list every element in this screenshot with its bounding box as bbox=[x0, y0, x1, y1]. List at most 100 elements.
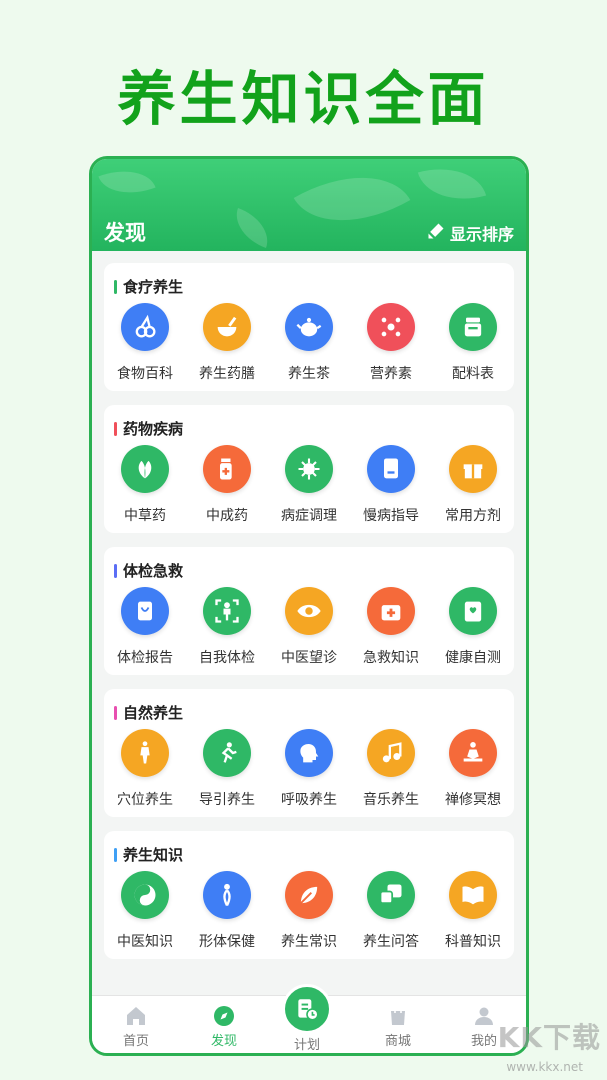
section-title: 体检急救 bbox=[123, 562, 184, 580]
grid-item-label: 养生药膳 bbox=[199, 366, 255, 382]
grid-item-label: 形体保健 bbox=[199, 934, 255, 950]
grid-item[interactable]: 科普知识 bbox=[432, 871, 514, 951]
grid-item-label: 养生常识 bbox=[281, 934, 337, 950]
tab-mall[interactable]: 商城 bbox=[354, 996, 442, 1053]
section-title: 养生知识 bbox=[123, 846, 184, 864]
grid-item[interactable]: 养生茶 bbox=[268, 303, 350, 383]
tab-mine-label: 我的 bbox=[470, 1034, 497, 1049]
grid-item-label: 病症调理 bbox=[281, 508, 337, 524]
grid-item-label: 慢病指导 bbox=[363, 508, 419, 524]
gift-box-icon bbox=[449, 445, 497, 493]
grid-item[interactable]: 养生常识 bbox=[268, 871, 350, 951]
grid-item-label: 常用方剂 bbox=[445, 508, 501, 524]
section-natural: 自然养生 穴位养生 导引养生 呼吸养生 音乐养生 禅修冥想 bbox=[104, 689, 514, 817]
section-medicine: 药物疾病 中草药 中成药 病症调理 慢病指导 常用方剂 bbox=[104, 405, 514, 533]
grid-item[interactable]: 食物百科 bbox=[104, 303, 186, 383]
grid-item-label: 健康自测 bbox=[445, 650, 501, 666]
grid-item[interactable]: 中草药 bbox=[104, 445, 186, 525]
grid-item-label: 中草药 bbox=[124, 508, 166, 524]
grid-item[interactable]: 养生药膳 bbox=[186, 303, 268, 383]
cherry-icon bbox=[121, 303, 169, 351]
home-icon bbox=[127, 1007, 145, 1025]
grid-item[interactable]: 中成药 bbox=[186, 445, 268, 525]
section-title: 自然养生 bbox=[123, 704, 184, 722]
body-scan-icon bbox=[203, 587, 251, 635]
user-icon bbox=[475, 1007, 493, 1025]
herb-leaf-icon bbox=[121, 445, 169, 493]
grid-item[interactable]: 形体保健 bbox=[186, 871, 268, 951]
music-icon bbox=[367, 729, 415, 777]
sort-button[interactable]: 显示排序 bbox=[426, 221, 514, 245]
tab-mall-label: 商城 bbox=[384, 1034, 411, 1049]
grid-item-label: 中医知识 bbox=[117, 934, 173, 950]
section-accent bbox=[114, 279, 117, 294]
report-icon bbox=[121, 587, 169, 635]
grid-item[interactable]: 中医知识 bbox=[104, 871, 186, 951]
grid-item[interactable]: 体检报告 bbox=[104, 587, 186, 667]
grid-item[interactable]: 急救知识 bbox=[350, 587, 432, 667]
grid-item[interactable]: 健康自测 bbox=[432, 587, 514, 667]
section-diet: 食疗养生 食物百科 养生药膳 养生茶 营养素 配料表 bbox=[104, 263, 514, 391]
tab-discover[interactable]: 发现 bbox=[180, 996, 268, 1053]
grid-item[interactable]: 病症调理 bbox=[268, 445, 350, 525]
body-care-icon bbox=[203, 871, 251, 919]
tab-discover-label: 发现 bbox=[210, 1034, 237, 1049]
meditation-icon bbox=[449, 729, 497, 777]
section-accent bbox=[114, 421, 117, 436]
grid-item[interactable]: 常用方剂 bbox=[432, 445, 514, 525]
tab-home[interactable]: 首页 bbox=[92, 996, 180, 1053]
grid-item[interactable]: 养生问答 bbox=[350, 871, 432, 951]
sort-label: 显示排序 bbox=[449, 225, 514, 244]
grid-item-label: 中医望诊 bbox=[281, 650, 337, 666]
page-title: 发现 bbox=[104, 221, 146, 245]
mortar-icon bbox=[203, 303, 251, 351]
grid-item[interactable]: 音乐养生 bbox=[350, 729, 432, 809]
section-title: 药物疾病 bbox=[123, 420, 184, 438]
grid-item-label: 穴位养生 bbox=[117, 792, 173, 808]
yin-yang-icon bbox=[121, 871, 169, 919]
grid-item[interactable]: 慢病指导 bbox=[350, 445, 432, 525]
grid-item-label: 中成药 bbox=[206, 508, 248, 524]
open-book-icon bbox=[449, 871, 497, 919]
grid-item[interactable]: 配料表 bbox=[432, 303, 514, 383]
grid-item[interactable]: 自我体检 bbox=[186, 587, 268, 667]
watermark-logo: KK下载 bbox=[497, 1021, 601, 1054]
compass-icon bbox=[214, 1006, 234, 1026]
acupoint-body-icon bbox=[121, 729, 169, 777]
edit-icon bbox=[426, 221, 446, 245]
plan-icon bbox=[298, 999, 319, 1021]
section-accent bbox=[114, 563, 117, 578]
tab-home-label: 首页 bbox=[122, 1034, 149, 1049]
qa-icon bbox=[367, 871, 415, 919]
grid-item[interactable]: 呼吸养生 bbox=[268, 729, 350, 809]
grid-item-label: 急救知识 bbox=[363, 650, 419, 666]
grid-item-label: 音乐养生 bbox=[363, 792, 419, 808]
grid-item[interactable]: 禅修冥想 bbox=[432, 729, 514, 809]
nutrient-icon bbox=[367, 303, 415, 351]
section-accent bbox=[114, 705, 117, 720]
grid-item[interactable]: 营养素 bbox=[350, 303, 432, 383]
section-checkup: 体检急救 体检报告 自我体检 中医望诊 急救知识 健康自测 bbox=[104, 547, 514, 675]
first-aid-icon bbox=[367, 587, 415, 635]
tab-plan[interactable] bbox=[282, 984, 332, 1034]
watermark-url: www.kkx.net bbox=[506, 1060, 583, 1074]
grid-item[interactable]: 中医望诊 bbox=[268, 587, 350, 667]
medicine-bottle-icon bbox=[203, 445, 251, 493]
grid-item[interactable]: 导引养生 bbox=[186, 729, 268, 809]
grid-item-label: 呼吸养生 bbox=[281, 792, 337, 808]
grid-item-label: 科普知识 bbox=[445, 934, 501, 950]
grid-item-label: 配料表 bbox=[452, 366, 494, 382]
exercise-icon bbox=[203, 729, 251, 777]
shopping-bag-icon bbox=[391, 1006, 405, 1025]
heart-note-icon bbox=[449, 587, 497, 635]
grid-item-label: 养生问答 bbox=[363, 934, 419, 950]
grid-item[interactable]: 穴位养生 bbox=[104, 729, 186, 809]
breathing-head-icon bbox=[285, 729, 333, 777]
section-accent bbox=[114, 847, 117, 862]
promo-headline: 养生知识全面 bbox=[117, 65, 490, 133]
grid-item-label: 禅修冥想 bbox=[445, 792, 501, 808]
tab-plan-label: 计划 bbox=[293, 1038, 320, 1053]
teapot-icon bbox=[285, 303, 333, 351]
book-icon bbox=[367, 445, 415, 493]
grid-item-label: 导引养生 bbox=[199, 792, 255, 808]
